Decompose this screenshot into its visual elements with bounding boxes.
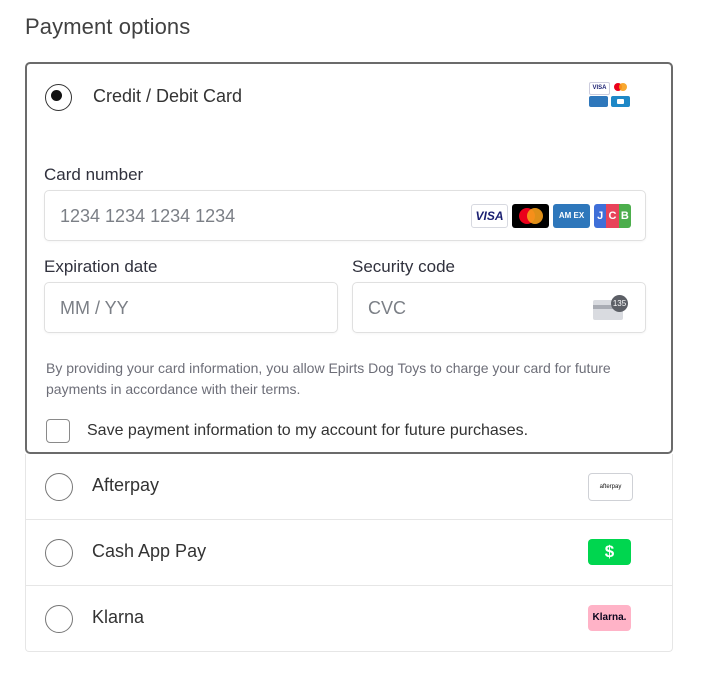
afterpay-label[interactable]: Afterpay <box>92 475 159 496</box>
payment-option-cash-app-pay[interactable]: Cash App Pay $ <box>25 520 673 586</box>
payment-option-afterpay[interactable]: Afterpay afterpay <box>25 454 673 520</box>
discover-icon <box>611 96 630 107</box>
save-payment-checkbox[interactable] <box>46 419 70 443</box>
cash-app-radio[interactable] <box>45 539 73 567</box>
payment-option-klarna[interactable]: Klarna Klarna. <box>25 586 673 652</box>
payment-disclaimer: By providing your card information, you … <box>46 360 611 397</box>
security-code-input[interactable]: CVC 135 <box>352 282 646 333</box>
card-option-radio[interactable] <box>45 84 72 111</box>
expiration-input[interactable]: MM / YY <box>44 282 338 333</box>
mastercard-icon <box>512 204 549 228</box>
amex-icon: AM EX <box>553 204 590 228</box>
cvc-badge: 135 <box>611 295 628 312</box>
klarna-radio[interactable] <box>45 605 73 633</box>
klarna-label[interactable]: Klarna <box>92 607 144 628</box>
afterpay-radio[interactable] <box>45 473 73 501</box>
card-number-placeholder: 1234 1234 1234 1234 <box>60 206 236 226</box>
card-payment-panel: Credit / Debit Card VISA Card number 123… <box>25 62 673 454</box>
card-number-input[interactable]: 1234 1234 1234 1234 VISA AM EX J C B <box>44 190 646 241</box>
expiration-placeholder: MM / YY <box>60 298 129 318</box>
accepted-cards-icon: VISA <box>589 82 633 112</box>
expiration-label: Expiration date <box>44 257 158 276</box>
visa-icon: VISA <box>589 82 610 95</box>
security-code-label: Security code <box>352 257 455 276</box>
card-brands: VISA AM EX J C B <box>471 204 631 229</box>
save-payment-label[interactable]: Save payment information to my account f… <box>87 422 528 440</box>
security-code-placeholder: CVC <box>368 298 407 318</box>
card-option-label[interactable]: Credit / Debit Card <box>93 86 242 107</box>
mastercard-icon <box>611 82 630 93</box>
klarna-logo-icon: Klarna. <box>588 605 631 631</box>
card-number-label: Card number <box>44 165 144 184</box>
visa-icon: VISA <box>471 204 508 228</box>
cash-app-logo-icon: $ <box>588 539 631 565</box>
cash-app-label[interactable]: Cash App Pay <box>92 541 206 562</box>
amex-icon <box>589 96 608 107</box>
section-title: Payment options <box>25 14 191 39</box>
jcb-icon: J C B <box>594 204 631 228</box>
afterpay-logo-icon: afterpay <box>588 473 633 501</box>
cvc-card-icon: 135 <box>593 295 629 320</box>
